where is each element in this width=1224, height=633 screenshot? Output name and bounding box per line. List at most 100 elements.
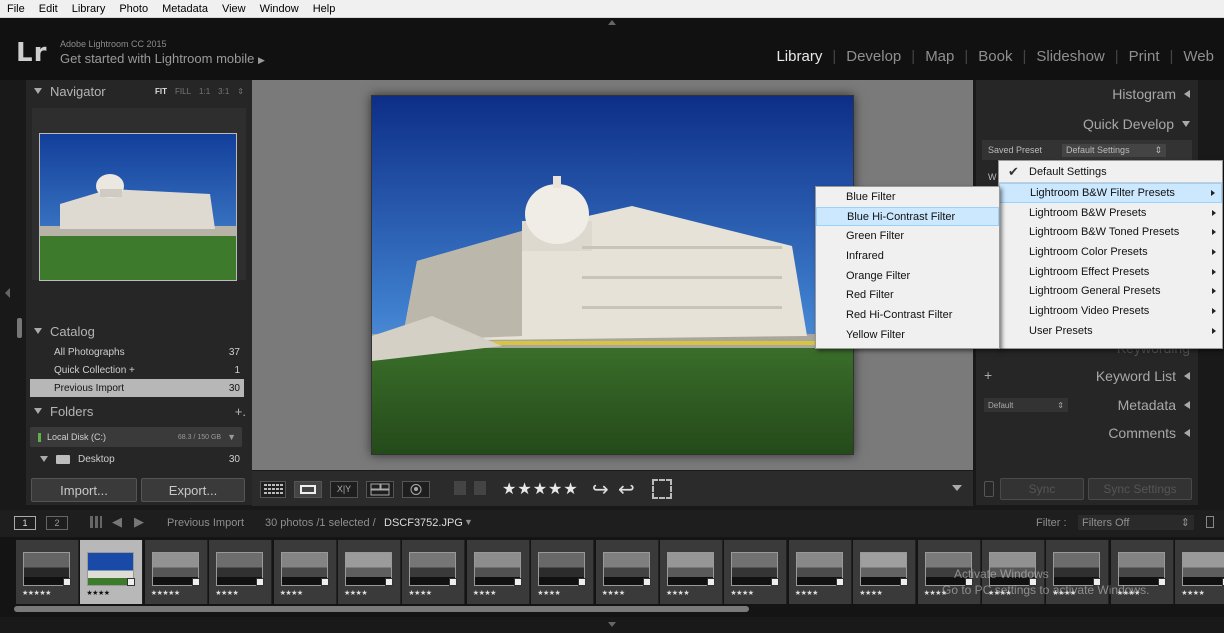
submenu-item-blue-hi-contrast-filter[interactable]: Blue Hi-Contrast Filter bbox=[816, 206, 999, 227]
module-print[interactable]: Print bbox=[1119, 48, 1170, 65]
keyword-list-header[interactable]: Keyword List bbox=[1096, 368, 1190, 384]
module-map[interactable]: Map bbox=[915, 48, 964, 65]
sync-switch-icon[interactable] bbox=[984, 481, 994, 497]
submenu-item-green-filter[interactable]: Green Filter bbox=[816, 226, 999, 246]
filmstrip-thumbnail[interactable]: ★★★★ bbox=[595, 540, 659, 604]
add-folder-button[interactable]: +. bbox=[235, 404, 246, 419]
metadata-preset-select[interactable]: Default ⇕ bbox=[984, 398, 1068, 412]
menu-item-general-presets[interactable]: Lightroom General Presets bbox=[999, 281, 1222, 301]
catalog-item-previous-import[interactable]: Previous Import 30 bbox=[30, 379, 244, 397]
folders-header[interactable]: Folders +. bbox=[26, 400, 252, 422]
zoom-dropdown-icon[interactable]: ⇕ bbox=[237, 87, 244, 96]
filmstrip-source[interactable]: Previous Import bbox=[167, 517, 244, 529]
navigator-preview[interactable] bbox=[32, 108, 246, 281]
collapse-bottom-arrow-icon[interactable] bbox=[608, 622, 616, 627]
menu-edit[interactable]: Edit bbox=[32, 0, 65, 18]
filmstrip-thumbnail[interactable]: ★★★★ bbox=[531, 540, 595, 604]
flag-icon[interactable] bbox=[454, 481, 466, 495]
toolbar-content-dropdown-icon[interactable] bbox=[952, 485, 962, 491]
submenu-item-blue-filter[interactable]: Blue Filter bbox=[816, 187, 999, 207]
left-panel-scrollbar[interactable] bbox=[17, 318, 22, 338]
folder-item-desktop[interactable]: Desktop 30 bbox=[30, 450, 244, 468]
filmstrip-thumbnail[interactable]: ★★★★ bbox=[80, 540, 144, 604]
submenu-item-yellow-filter[interactable]: Yellow Filter bbox=[816, 325, 999, 345]
histogram-header[interactable]: Histogram bbox=[1112, 86, 1190, 102]
filmstrip-thumbnail[interactable]: ★★★★ bbox=[209, 540, 273, 604]
module-web[interactable]: Web bbox=[1173, 48, 1224, 65]
filmstrip-thumbnail[interactable]: ★★★★ bbox=[273, 540, 337, 604]
submenu-item-infrared[interactable]: Infrared bbox=[816, 246, 999, 266]
menu-item-video-presets[interactable]: Lightroom Video Presets bbox=[999, 301, 1222, 321]
menu-help[interactable]: Help bbox=[306, 0, 343, 18]
navigator-thumbnail[interactable] bbox=[39, 133, 237, 281]
submenu-item-red-filter[interactable]: Red Filter bbox=[816, 285, 999, 305]
menu-item-bw-presets[interactable]: Lightroom B&W Presets bbox=[999, 203, 1222, 223]
zoom-fill[interactable]: FILL bbox=[175, 87, 191, 96]
filmstrip-thumbnail[interactable]: ★★★★ bbox=[1175, 540, 1224, 604]
zoom-fit[interactable]: FIT bbox=[155, 87, 167, 96]
menu-metadata[interactable]: Metadata bbox=[155, 0, 215, 18]
import-button[interactable]: Import... bbox=[31, 478, 137, 502]
menu-file[interactable]: File bbox=[0, 0, 32, 18]
compare-view-button[interactable]: X|Y bbox=[330, 481, 358, 498]
quick-develop-header[interactable]: Quick Develop bbox=[1083, 116, 1190, 132]
back-arrow-icon[interactable]: ◀ bbox=[112, 514, 122, 530]
catalog-header[interactable]: Catalog bbox=[26, 320, 252, 342]
catalog-item-all-photographs[interactable]: All Photographs 37 bbox=[30, 343, 244, 361]
survey-view-button[interactable] bbox=[366, 481, 394, 498]
reject-flag-icon[interactable] bbox=[474, 481, 486, 495]
forward-arrow-icon[interactable]: ▶ bbox=[134, 514, 144, 530]
menu-photo[interactable]: Photo bbox=[112, 0, 155, 18]
navigator-header[interactable]: Navigator FIT FILL 1:1 3:1 ⇕ bbox=[26, 80, 252, 102]
grid-shortcut-icon[interactable] bbox=[90, 516, 102, 528]
sync-settings-button[interactable]: Sync Settings bbox=[1088, 478, 1192, 500]
menu-item-color-presets[interactable]: Lightroom Color Presets bbox=[999, 242, 1222, 262]
catalog-item-quick-collection[interactable]: Quick Collection + 1 bbox=[30, 361, 244, 379]
star-rating[interactable]: ★★★★★ bbox=[502, 479, 579, 499]
filter-lock-icon[interactable] bbox=[1206, 516, 1214, 528]
menu-item-bw-filter-presets[interactable]: Lightroom B&W Filter Presets bbox=[999, 183, 1222, 203]
zoom-3-1[interactable]: 3:1 bbox=[218, 87, 229, 96]
volume-local-disk[interactable]: Local Disk (C:) 68.3 / 150 GB ▼ bbox=[30, 427, 242, 447]
collapse-left-arrow-icon[interactable] bbox=[5, 288, 10, 298]
filmstrip-thumbnail[interactable]: ★★★★ bbox=[853, 540, 917, 604]
filmstrip-thumbnail[interactable]: ★★★★★ bbox=[16, 540, 79, 604]
menu-view[interactable]: View bbox=[215, 0, 253, 18]
rotate-right-icon[interactable]: ↩ bbox=[618, 477, 635, 502]
filmstrip-thumbnail[interactable]: ★★★★ bbox=[402, 540, 466, 604]
mobile-tagline[interactable]: Get started with Lightroom mobile ▶ bbox=[60, 51, 265, 66]
submenu-item-red-hi-contrast-filter[interactable]: Red Hi-Contrast Filter bbox=[816, 305, 999, 325]
filmstrip-scrollbar[interactable] bbox=[14, 606, 749, 612]
volume-expand-icon[interactable]: ▼ bbox=[227, 432, 236, 442]
module-slideshow[interactable]: Slideshow bbox=[1026, 48, 1114, 65]
screen-2-button[interactable]: 2 bbox=[46, 516, 68, 530]
filename-dropdown-icon[interactable]: ▼ bbox=[464, 517, 473, 527]
people-view-button[interactable] bbox=[402, 481, 430, 498]
crop-overlay-icon[interactable] bbox=[652, 479, 672, 499]
menu-item-bw-toned-presets[interactable]: Lightroom B&W Toned Presets bbox=[999, 222, 1222, 242]
module-book[interactable]: Book bbox=[968, 48, 1022, 65]
submenu-item-orange-filter[interactable]: Orange Filter bbox=[816, 266, 999, 286]
keyword-add-button[interactable]: + bbox=[984, 367, 992, 383]
filmstrip-thumbnail[interactable]: ★★★★ bbox=[338, 540, 401, 604]
filter-select[interactable]: Filters Off ⇕ bbox=[1078, 515, 1194, 530]
filmstrip-thumbnail[interactable]: ★★★★ bbox=[724, 540, 788, 604]
menu-item-effect-presets[interactable]: Lightroom Effect Presets bbox=[999, 262, 1222, 282]
filmstrip-thumbnail[interactable]: ★★★★ bbox=[660, 540, 723, 604]
filmstrip-thumbnail[interactable]: ★★★★ bbox=[788, 540, 852, 604]
module-library[interactable]: Library bbox=[766, 48, 832, 65]
loupe-view-button[interactable] bbox=[294, 481, 322, 498]
sync-button[interactable]: Sync bbox=[1000, 478, 1084, 500]
screen-1-button[interactable]: 1 bbox=[14, 516, 36, 530]
filmstrip-filename[interactable]: DSCF3752.JPG bbox=[384, 517, 463, 529]
menu-item-default-settings[interactable]: ✔ Default Settings bbox=[999, 161, 1222, 183]
main-photo[interactable] bbox=[371, 95, 854, 455]
menu-window[interactable]: Window bbox=[253, 0, 306, 18]
zoom-1-1[interactable]: 1:1 bbox=[199, 87, 210, 96]
filmstrip-thumbnail[interactable]: ★★★★ bbox=[466, 540, 530, 604]
rotate-left-icon[interactable]: ↪ bbox=[592, 477, 609, 502]
export-button[interactable]: Export... bbox=[141, 478, 245, 502]
menu-library[interactable]: Library bbox=[65, 0, 113, 18]
menu-item-user-presets[interactable]: User Presets bbox=[999, 321, 1222, 341]
collapse-top-arrow-icon[interactable] bbox=[608, 20, 616, 25]
